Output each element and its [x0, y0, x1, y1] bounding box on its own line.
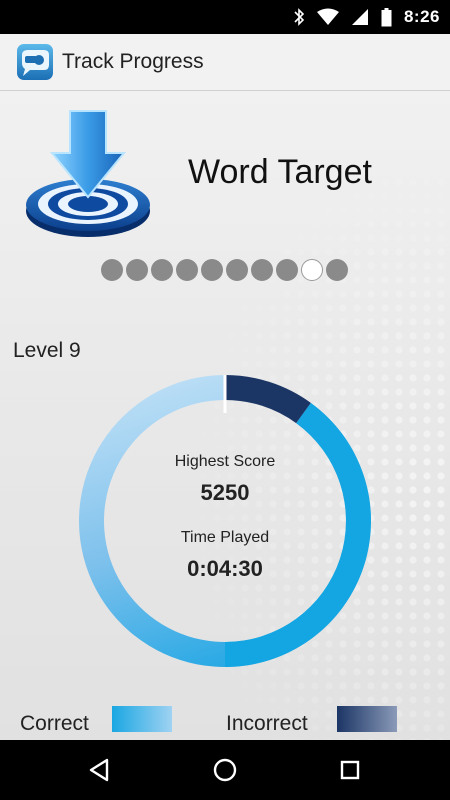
home-icon[interactable]	[210, 755, 240, 785]
status-icons: 8:26	[293, 0, 440, 34]
level-dot	[176, 259, 198, 281]
legend-incorrect-label: Incorrect	[226, 712, 308, 735]
navigation-bar	[0, 740, 450, 800]
recents-icon[interactable]	[335, 755, 365, 785]
highest-score-value: 5250	[200, 480, 250, 505]
level-dot	[201, 259, 223, 281]
level-dot	[151, 259, 173, 281]
level-dot	[101, 259, 123, 281]
wifi-icon	[316, 8, 339, 26]
back-icon[interactable]	[85, 755, 115, 785]
app-bar: Track Progress	[0, 34, 450, 91]
time-played-value: 0:04:30	[187, 556, 263, 581]
level-dot	[326, 259, 348, 281]
status-bar: 8:26	[0, 0, 450, 34]
battery-icon	[381, 7, 392, 27]
legend-incorrect-swatch	[337, 706, 397, 732]
app-title: Track Progress	[62, 50, 204, 73]
level-dot	[226, 259, 248, 281]
game-title: Word Target	[188, 153, 372, 191]
legend-correct-label: Correct	[20, 712, 89, 735]
legend-correct-swatch	[112, 706, 172, 732]
level-label: Level 9	[13, 339, 81, 362]
content-area: Word Target Level 9 Highest Score 5250 T…	[0, 91, 450, 740]
whistle-chat-icon[interactable]	[16, 43, 54, 81]
time-played-label: Time Played	[180, 529, 270, 546]
level-dot	[301, 259, 323, 281]
highest-score-label: Highest Score	[174, 453, 276, 470]
bluetooth-icon	[293, 8, 305, 26]
level-indicator	[101, 259, 348, 281]
level-dot	[126, 259, 148, 281]
level-dot	[251, 259, 273, 281]
stats-panel: Highest Score 5250 Time Played 0:04:30	[75, 371, 375, 671]
signal-icon	[351, 8, 369, 26]
status-time: 8:26	[403, 7, 440, 26]
level-dot	[276, 259, 298, 281]
download-target-icon	[24, 107, 154, 239]
